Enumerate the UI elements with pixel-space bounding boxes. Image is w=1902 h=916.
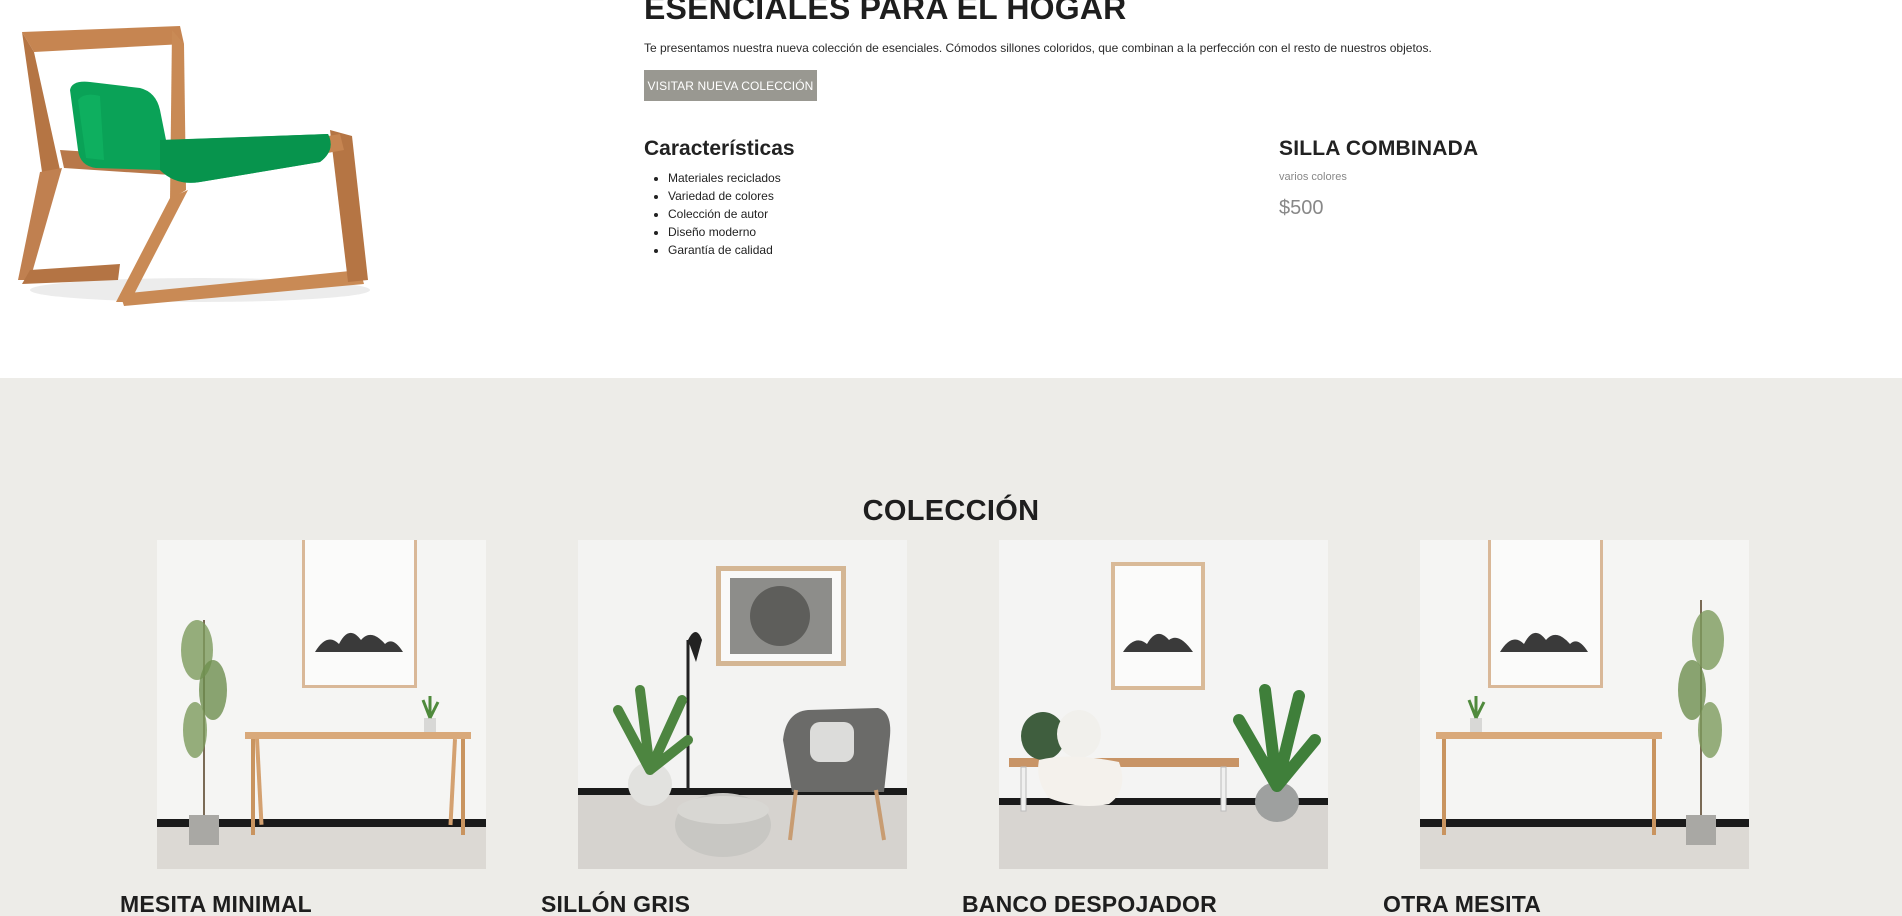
bench-image[interactable] bbox=[999, 540, 1328, 869]
product-variant: varios colores bbox=[1279, 171, 1347, 183]
list-item: Garantía de calidad bbox=[668, 241, 781, 259]
console-table-plant-image[interactable] bbox=[157, 540, 486, 869]
hero-section: ESENCIALES PARA EL HOGAR Te presentamos … bbox=[0, 0, 1902, 378]
collection-title: COLECCIÓN bbox=[862, 495, 1040, 527]
list-item: Materiales reciclados bbox=[668, 169, 781, 187]
grey-armchair-image[interactable] bbox=[578, 540, 907, 869]
visit-collection-button[interactable]: VISITAR NUEVA COLECCIÓN bbox=[644, 70, 817, 101]
list-item: Diseño moderno bbox=[668, 223, 781, 241]
product-card-title[interactable]: BANCO DESPOJADOR bbox=[962, 891, 1217, 916]
features-title: Características bbox=[644, 137, 795, 160]
list-item: Colección de autor bbox=[668, 205, 781, 223]
list-item: Variedad de colores bbox=[668, 187, 781, 205]
green-chair-image bbox=[18, 26, 370, 306]
product-card-title[interactable]: OTRA MESITA bbox=[1383, 891, 1541, 916]
features-list: Materiales reciclados Variedad de colore… bbox=[668, 169, 781, 259]
collection-section: COLECCIÓN MESITA MINIMAL SILLÓN GRIS BAN… bbox=[0, 378, 1902, 916]
product-card-title[interactable]: MESITA MINIMAL bbox=[120, 891, 312, 916]
product-price: $500 bbox=[1279, 197, 1324, 219]
console-table-mirror-image[interactable] bbox=[1420, 540, 1749, 869]
product-card-title[interactable]: SILLÓN GRIS bbox=[541, 891, 690, 916]
hero-title: ESENCIALES PARA EL HOGAR bbox=[644, 0, 1127, 26]
product-name: SILLA COMBINADA bbox=[1279, 137, 1479, 160]
hero-description: Te presentamos nuestra nueva colección d… bbox=[644, 41, 1432, 55]
